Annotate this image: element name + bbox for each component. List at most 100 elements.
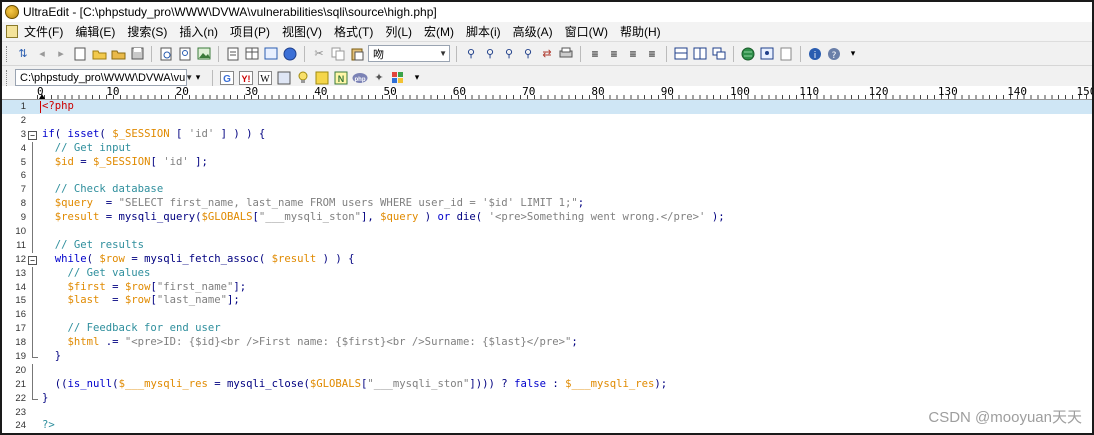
code-line[interactable]: 6: [2, 169, 1092, 184]
menu-search[interactable]: 搜索(S): [127, 23, 167, 40]
code-editor[interactable]: 1 <?php 2 3− if( isset( $_SESSION [ 'id' ] )…: [2, 100, 1092, 433]
code-token: 'id': [188, 127, 215, 140]
code-line[interactable]: 8 $query = "SELECT first_name, last_name…: [2, 197, 1092, 212]
lightbulb-icon[interactable]: [295, 70, 311, 86]
code-text: // Check database: [42, 183, 163, 197]
help-icon[interactable]: ?: [826, 46, 842, 62]
menu-column[interactable]: 列(L): [385, 23, 412, 40]
html-icon[interactable]: [263, 46, 279, 62]
replace-icon[interactable]: ⚲: [501, 46, 517, 62]
toolbar-grip[interactable]: [6, 45, 9, 62]
cut-icon[interactable]: ✂: [311, 46, 327, 62]
code-line[interactable]: 4 // Get input: [2, 141, 1092, 156]
split-horizontal-icon[interactable]: [673, 46, 689, 62]
code-line[interactable]: 17 // Feedback for end user: [2, 322, 1092, 337]
split-vertical-icon[interactable]: [692, 46, 708, 62]
tools-icon[interactable]: ✦: [371, 70, 387, 86]
new-file-icon[interactable]: [72, 46, 88, 62]
code-line[interactable]: 19 }: [2, 350, 1092, 364]
code-line[interactable]: 2: [2, 114, 1092, 128]
code-line[interactable]: 21 ((is_null($___mysqli_res = mysqli_clo…: [2, 377, 1092, 392]
menu-insert[interactable]: 插入(n): [179, 23, 218, 40]
code-line[interactable]: 7 // Check database: [2, 183, 1092, 198]
code-line[interactable]: 18 $html .= "<pre>ID: {$id}<br />First n…: [2, 336, 1092, 351]
open-recent-icon[interactable]: [110, 46, 126, 62]
open-folder-icon[interactable]: [91, 46, 107, 62]
web-icon[interactable]: [282, 46, 298, 62]
print-preview-icon[interactable]: [158, 46, 174, 62]
code-line[interactable]: 3− if( isset( $_SESSION [ 'id' ] ) ) {: [2, 128, 1092, 142]
binoculars-icon[interactable]: ⚲: [463, 46, 479, 62]
code-line[interactable]: 14 $first = $row["first_name"];: [2, 280, 1092, 295]
menu-edit[interactable]: 编辑(E): [75, 23, 115, 40]
path-combo[interactable]: C:\phpstudy_pro\WWW\DVWA\vu ▼: [15, 69, 193, 86]
php-icon[interactable]: php: [352, 70, 368, 86]
wikipedia-icon[interactable]: W: [257, 70, 273, 86]
code-line[interactable]: 5 $id = $_SESSION[ 'id' ];: [2, 155, 1092, 170]
yahoo-icon[interactable]: Y!: [238, 70, 254, 86]
menu-format[interactable]: 格式(T): [334, 23, 373, 40]
menu-script[interactable]: 脚本(i): [466, 23, 501, 40]
code-line[interactable]: 10: [2, 225, 1092, 239]
print-icon[interactable]: [558, 46, 574, 62]
code-line[interactable]: 12− while( $row = mysqli_fetch_assoc( $r…: [2, 253, 1092, 267]
align-center-icon[interactable]: ≡: [606, 46, 622, 62]
smiley-icon[interactable]: [314, 70, 330, 86]
find-page-icon[interactable]: [177, 46, 193, 62]
line-number: 21: [15, 378, 26, 390]
paste-icon[interactable]: [349, 46, 365, 62]
google-icon[interactable]: G: [219, 70, 235, 86]
windows-icon[interactable]: [390, 70, 406, 86]
sort-icon[interactable]: ⇅: [15, 46, 31, 62]
align-right-icon[interactable]: ≡: [625, 46, 641, 62]
find-in-files-icon[interactable]: ⚲: [482, 46, 498, 62]
notepad-icon[interactable]: N: [333, 70, 349, 86]
menu-project[interactable]: 项目(P): [230, 23, 270, 40]
fold-guide: [32, 308, 33, 323]
toolbar-separator: [218, 45, 219, 62]
globe-icon[interactable]: [740, 46, 756, 62]
code-line[interactable]: 20: [2, 363, 1092, 378]
code-line[interactable]: 15 $last = $row["last_name"];: [2, 294, 1092, 309]
properties-icon[interactable]: [778, 46, 794, 62]
menu-file[interactable]: 文件(F): [24, 23, 63, 40]
toolbar-overflow-icon[interactable]: ▾: [409, 70, 425, 86]
goto-icon[interactable]: ⇄: [539, 46, 555, 62]
fold-toggle-icon[interactable]: −: [28, 255, 37, 265]
table-icon[interactable]: [244, 46, 260, 62]
code-line[interactable]: 16: [2, 308, 1092, 323]
copy-icon[interactable]: [330, 46, 346, 62]
document-menu-icon[interactable]: [6, 25, 18, 38]
cascade-icon[interactable]: [711, 46, 727, 62]
code-token: $result: [271, 252, 317, 265]
ultraedit-app-icon[interactable]: [5, 5, 19, 19]
menu-window[interactable]: 窗口(W): [565, 23, 608, 40]
menu-help[interactable]: 帮助(H): [620, 23, 661, 40]
ftp-icon[interactable]: [759, 46, 775, 62]
back-icon[interactable]: ◂: [34, 46, 50, 62]
chevron-down-icon[interactable]: ▼: [439, 49, 447, 58]
code-line[interactable]: 22}: [2, 391, 1092, 406]
align-left-icon[interactable]: ≡: [587, 46, 603, 62]
menu-macro[interactable]: 宏(M): [424, 23, 454, 40]
justify-icon[interactable]: ≡: [644, 46, 660, 62]
code-token: ;: [571, 336, 578, 349]
toolbar-overflow-icon[interactable]: ▾: [190, 70, 206, 86]
info-icon[interactable]: i: [807, 46, 823, 62]
code-line[interactable]: 13 // Get values: [2, 266, 1092, 281]
menu-view[interactable]: 视图(V): [282, 23, 322, 40]
code-line[interactable]: 11 // Get results: [2, 238, 1092, 253]
menu-advanced[interactable]: 高级(A): [513, 23, 553, 40]
document-icon[interactable]: [225, 46, 241, 62]
fold-toggle-icon[interactable]: −: [28, 130, 37, 140]
dictionary-icon[interactable]: [276, 70, 292, 86]
font-combo[interactable]: 吻 ▼: [368, 45, 450, 62]
code-line[interactable]: 1 <?php: [2, 100, 1092, 114]
toolbar-overflow-icon[interactable]: ▾: [845, 46, 861, 62]
code-line[interactable]: 9 $result = mysqli_query($GLOBALS["___my…: [2, 211, 1092, 226]
replace-in-files-icon[interactable]: ⚲: [520, 46, 536, 62]
forward-icon[interactable]: ▸: [53, 46, 69, 62]
toolbar-grip[interactable]: [6, 69, 9, 86]
save-icon[interactable]: [129, 46, 145, 62]
image-icon[interactable]: [196, 46, 212, 62]
